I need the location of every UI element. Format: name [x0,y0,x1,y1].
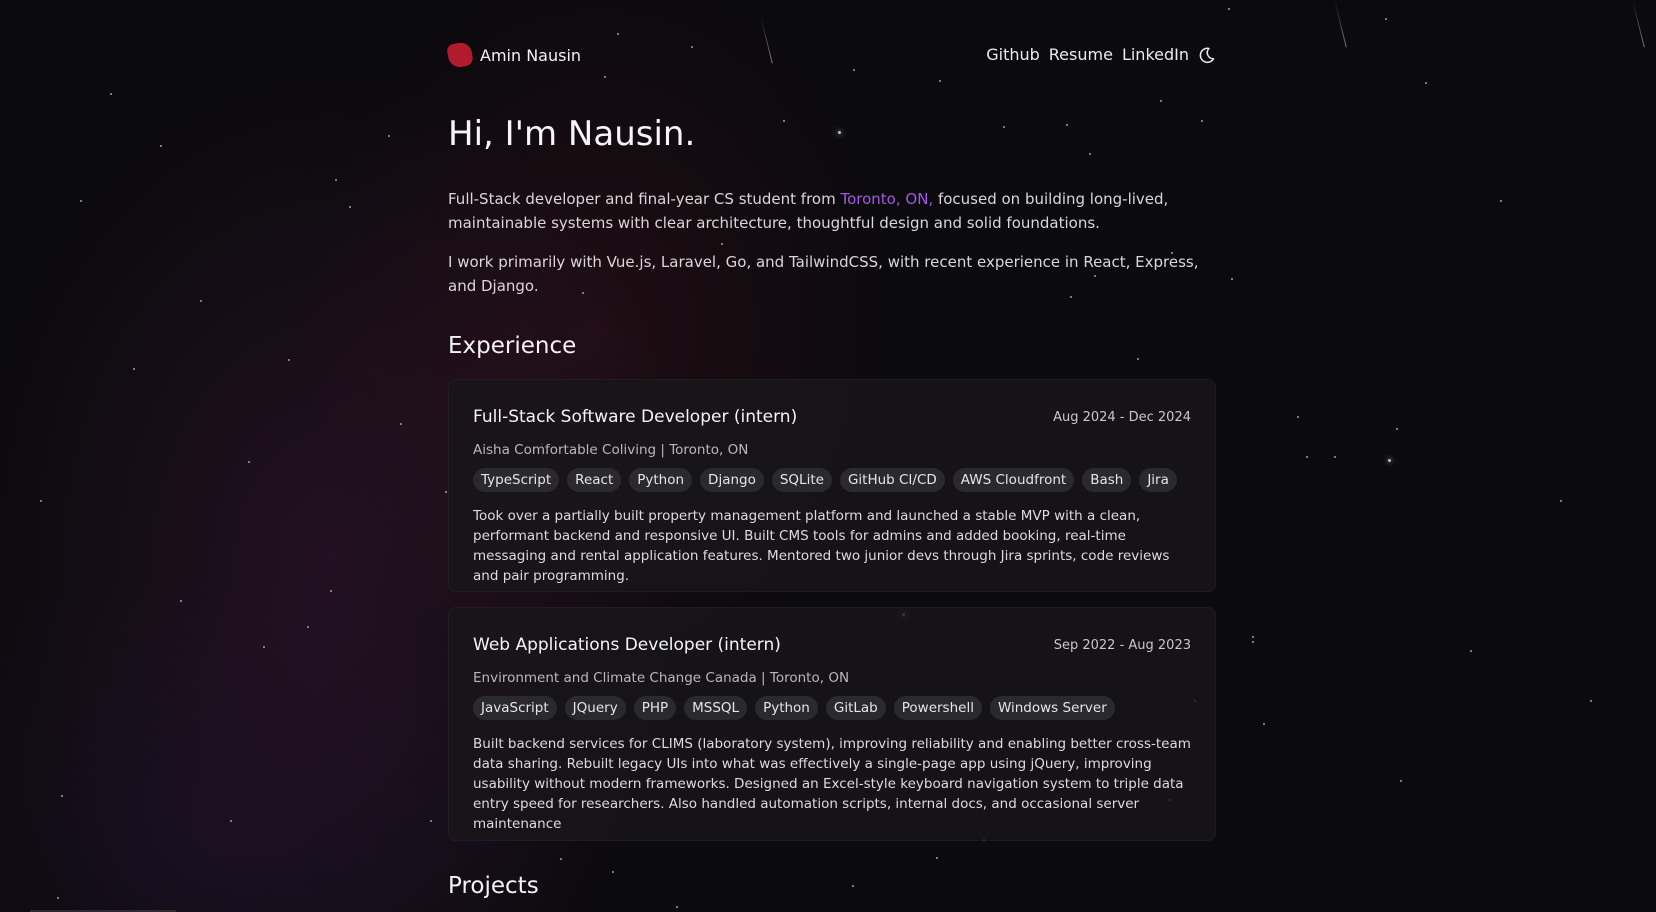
job-company: Aisha Comfortable Coliving | Toronto, ON [473,442,749,458]
tech-tag: TypeScript [473,468,560,492]
job-role: Web Applications Developer (intern) [473,635,781,655]
star [1297,416,1299,418]
tech-tag: GitHub CI/CD [839,468,945,492]
star [230,820,232,822]
tech-tag: Python [629,468,693,492]
brand[interactable]: Amin Nausin [446,41,582,69]
brand-name: Amin Nausin [480,45,582,65]
tech-tags: TypeScript React Python Django SQLite Gi… [473,468,1177,492]
star [430,820,432,822]
star [1003,126,1005,128]
meteor [1334,0,1347,48]
star [307,626,309,628]
tech-tag: JavaScript [473,696,557,720]
star [1263,723,1265,725]
star [200,300,202,302]
star [110,93,112,95]
star [1388,459,1391,462]
star [1137,358,1139,360]
nav-link-linkedin[interactable]: LinkedIn [1122,45,1189,64]
tech-tag: Django [700,468,764,492]
star [1231,278,1233,280]
star [61,795,63,797]
tech-tags: JavaScript JQuery PHP MSSQL Python GitLa… [473,696,1115,720]
star [1334,456,1336,458]
star [160,145,162,147]
star [612,871,614,873]
tech-tag: Jira [1139,468,1177,492]
star [180,600,182,602]
star [838,131,841,134]
job-company: Environment and Climate Change Canada | … [473,670,850,686]
experience-card: Full-Stack Software Developer (intern) A… [448,379,1216,592]
star [1252,636,1254,638]
hero-title: Hi, I'm Nausin. [448,114,696,154]
moon-icon[interactable] [1198,46,1216,64]
star [1590,700,1592,702]
job-role: Full-Stack Software Developer (intern) [473,407,798,427]
star [263,646,265,648]
star [445,491,447,493]
site-header: Amin Nausin Github Resume LinkedIn [446,0,1216,112]
tech-tag: Windows Server [989,696,1115,720]
star [1560,500,1562,502]
star [57,897,59,899]
star [852,885,854,887]
projects-heading: Projects [448,873,539,899]
intro-paragraph: Full-Stack developer and final-year CS s… [448,187,1208,235]
stack-paragraph: I work primarily with Vue.js, Laravel, G… [448,253,1199,295]
star [560,858,562,860]
tech-tag: Python [755,696,818,720]
star [1396,428,1398,430]
star [1066,124,1068,126]
experience-card: Web Applications Developer (intern) Sep … [448,607,1216,841]
intro-location: Toronto, ON, [840,190,934,208]
star [388,135,390,137]
star [1425,82,1427,84]
tech-tag: PHP [633,696,677,720]
experience-heading: Experience [448,333,577,359]
tech-tag: GitLab [825,696,886,720]
star [676,906,678,908]
star [1089,153,1091,155]
star [40,500,42,502]
tech-tag: SQLite [771,468,832,492]
intro-text-before: Full-Stack developer and final-year CS s… [448,190,841,208]
star [80,200,82,202]
tech-tag: AWS Cloudfront [952,468,1075,492]
nav-link-github[interactable]: Github [986,45,1040,64]
tech-tag: MSSQL [684,696,748,720]
star [335,179,337,181]
job-description: Built backend services for CLIMS (labora… [473,736,1191,832]
star [330,590,332,592]
logo-icon [446,41,474,69]
meteor [1632,0,1645,48]
top-nav: Github Resume LinkedIn [986,45,1216,64]
star [1470,650,1472,652]
star [133,368,135,370]
job-description: Took over a partially built property man… [473,508,1170,584]
star [400,423,402,425]
page-container: Amin Nausin Github Resume LinkedIn Hi, I… [446,0,1216,899]
star [936,857,938,859]
star [1306,456,1308,458]
tech-tag: JQuery [564,696,626,720]
star [721,243,723,245]
tech-tag: Bash [1082,468,1132,492]
nav-link-resume[interactable]: Resume [1049,45,1113,64]
star [783,120,785,122]
star [1201,120,1203,122]
star [1500,200,1502,202]
star [248,461,250,463]
star [1252,641,1254,643]
tech-tag: React [567,468,622,492]
star [1228,8,1230,10]
star [1385,18,1387,20]
job-dates: Aug 2024 - Dec 2024 [1053,410,1191,425]
star [349,206,351,208]
star [288,359,290,361]
job-dates: Sep 2022 - Aug 2023 [1053,638,1191,653]
tech-tag: Powershell [893,696,982,720]
star [1400,780,1402,782]
